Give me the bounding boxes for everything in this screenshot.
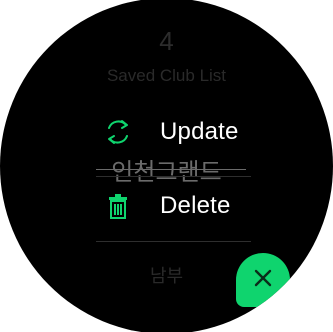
update-button[interactable]: Update	[100, 112, 239, 152]
club-count: 4	[159, 26, 174, 56]
list-divider	[96, 241, 251, 242]
delete-button[interactable]: Delete	[100, 186, 231, 226]
list-divider	[96, 176, 251, 177]
screen: 4 Saved Club List 인천그랜드 남부 Update Delete	[0, 0, 333, 332]
delete-label: Delete	[160, 192, 231, 219]
list-title: Saved Club List	[106, 66, 227, 85]
trash-icon	[100, 188, 136, 224]
close-button[interactable]	[236, 253, 290, 307]
list-item-strike	[96, 169, 246, 170]
refresh-icon	[100, 114, 136, 150]
update-label: Update	[160, 118, 239, 145]
close-icon	[253, 268, 273, 292]
watch-face: 4 Saved Club List 인천그랜드 남부 Update Delete	[0, 0, 333, 332]
